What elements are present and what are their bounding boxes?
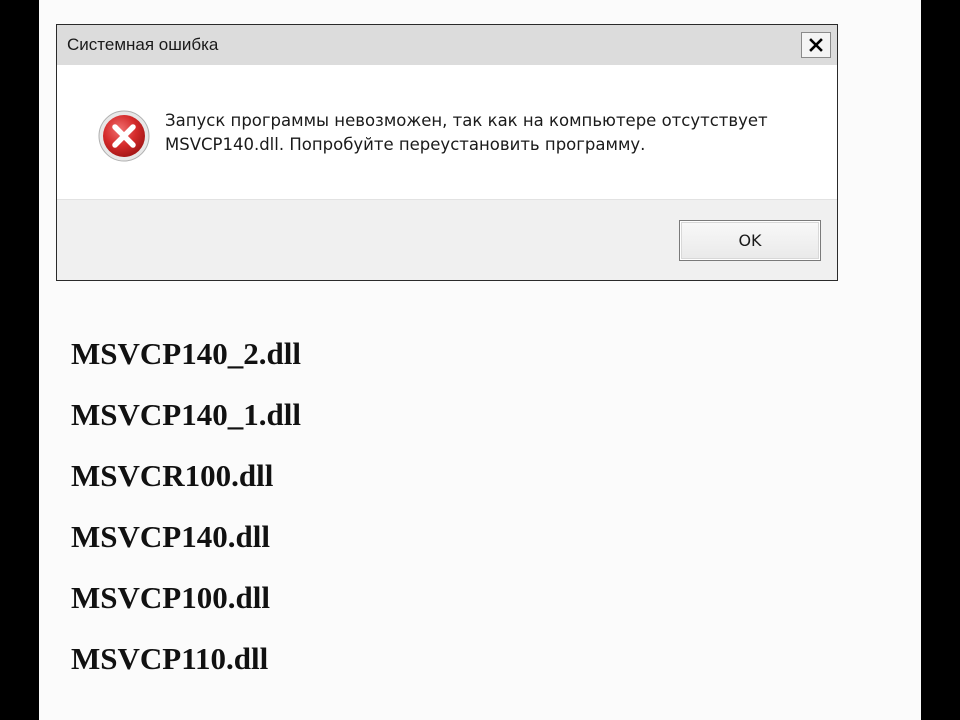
dialog-footer: OK	[57, 199, 837, 280]
error-message: Запуск программы невозможен, так как на …	[165, 109, 815, 157]
dll-file-item: MSVCP140_2.dll	[71, 336, 301, 371]
error-message-line-1: Запуск программы невозможен, так как на …	[165, 111, 768, 130]
error-icon	[98, 110, 150, 162]
dll-file-item: MSVCR100.dll	[71, 458, 274, 493]
close-icon	[809, 38, 823, 52]
error-dialog: Системная ошибка Запуск программы невозм…	[56, 24, 838, 281]
dll-file-item: MSVCP140_1.dll	[71, 397, 301, 432]
dialog-body: Запуск программы невозможен, так как на …	[57, 65, 837, 200]
dll-file-item: MSVCP140.dll	[71, 519, 270, 554]
error-message-line-2: MSVCP140.dll. Попробуйте переустановить …	[165, 135, 646, 154]
dialog-titlebar[interactable]: Системная ошибка	[57, 25, 837, 65]
close-button[interactable]	[801, 32, 831, 58]
dll-file-item: MSVCP100.dll	[71, 580, 270, 615]
dialog-title: Системная ошибка	[67, 35, 219, 54]
dll-file-item: MSVCP110.dll	[71, 641, 269, 676]
page-canvas: Системная ошибка Запуск программы невозм…	[39, 0, 921, 720]
ok-button[interactable]: OK	[679, 220, 821, 261]
dll-file-list: MSVCP140_2.dll MSVCP140_1.dll MSVCR100.d…	[71, 335, 301, 701]
